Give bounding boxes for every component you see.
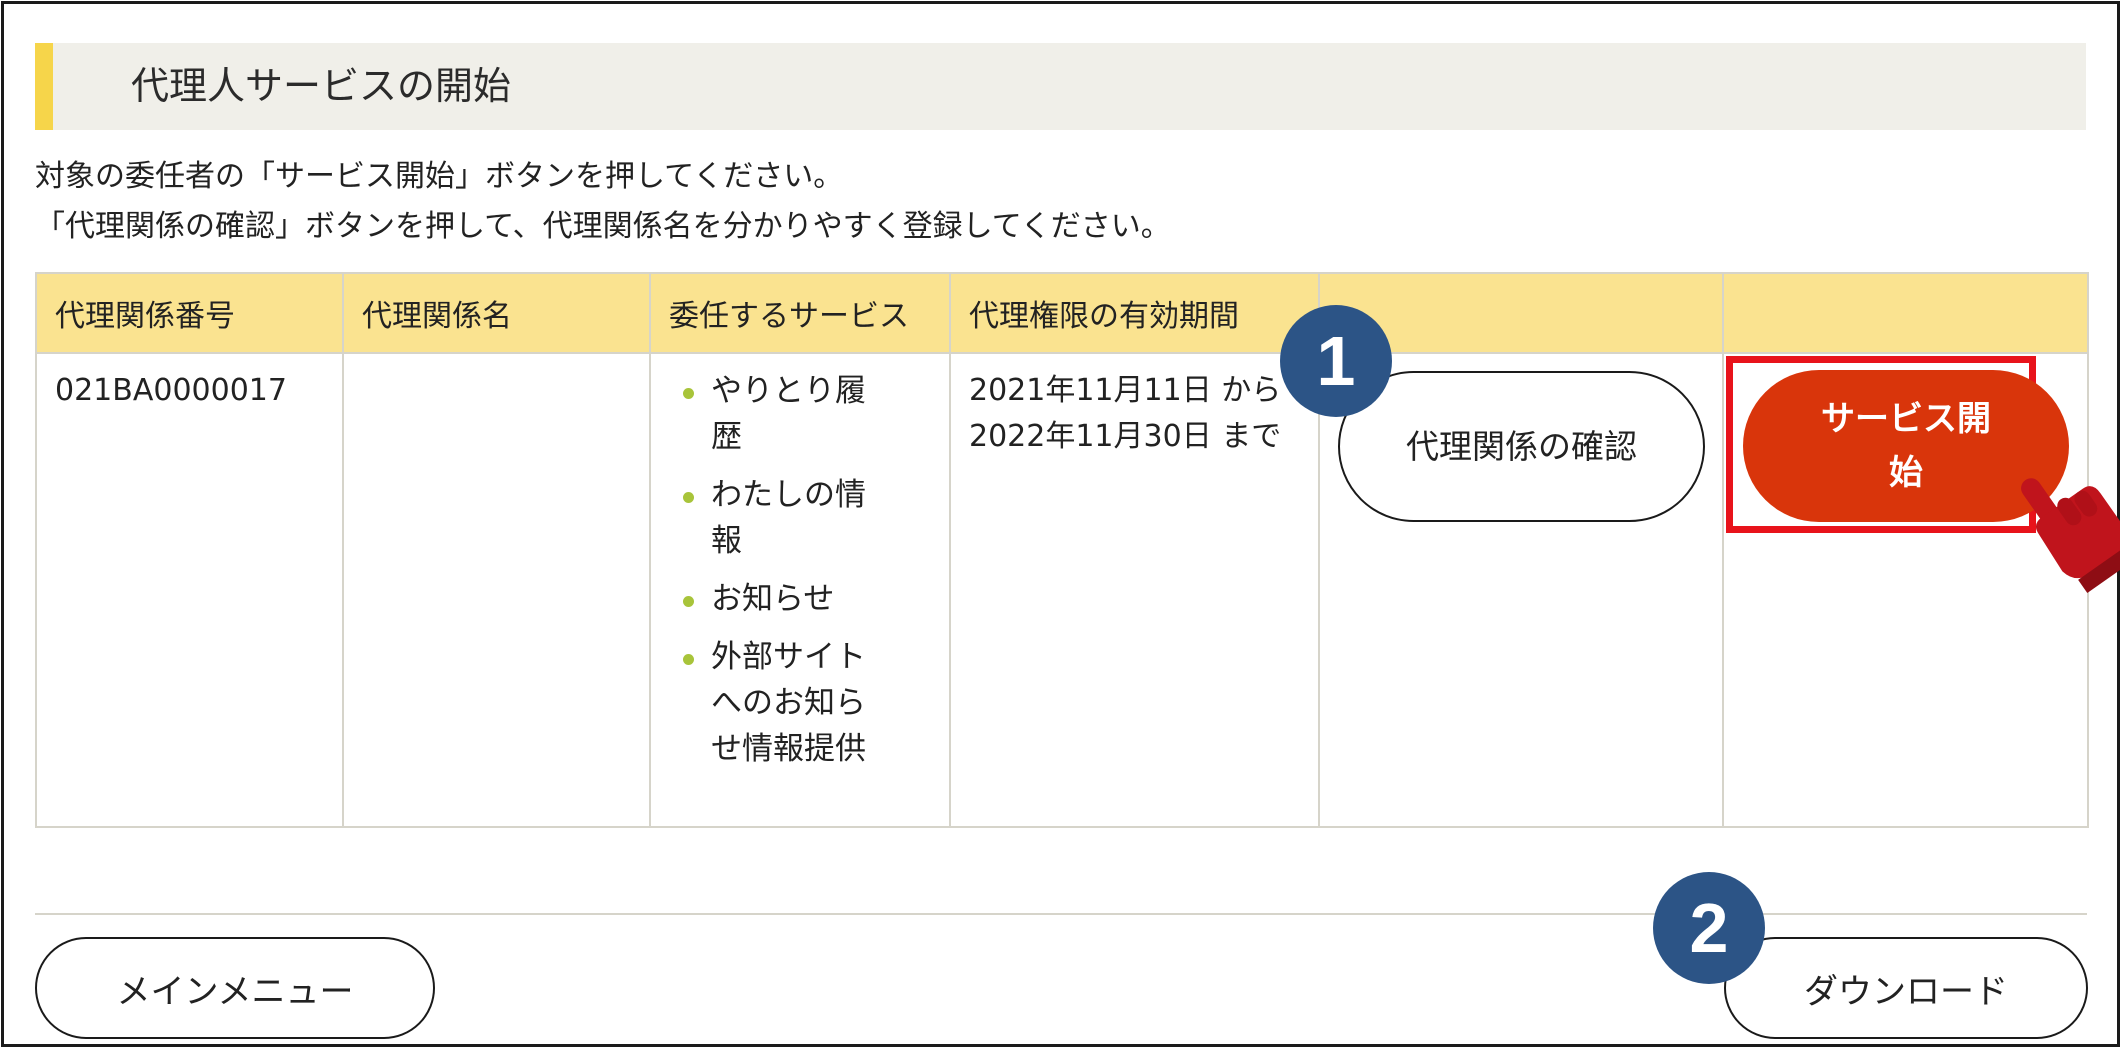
column-header-services: 委任するサービス: [649, 272, 951, 354]
instructions: 対象の委任者の「サービス開始」ボタンを押してください。 「代理関係の確認」ボタン…: [35, 152, 1171, 252]
cell-period: 2021年11月11日 から 2022年11月30日 まで: [949, 352, 1320, 828]
service-list: やりとり履歴 わたしの情報 お知らせ 外部サイトへのお知らせ情報提供: [669, 368, 931, 772]
step-2-badge: 2: [1653, 872, 1765, 984]
service-label: 外部サイトへのお知らせ情報提供: [711, 639, 866, 767]
step-1-badge: 1: [1280, 305, 1392, 417]
cell-number: 021BA0000017: [35, 352, 344, 828]
instruction-line-1: 対象の委任者の「サービス開始」ボタンを押してください。: [35, 159, 844, 194]
bullet-dot-icon: [683, 654, 694, 665]
service-label: わたしの情報: [711, 477, 866, 559]
main-menu-button[interactable]: メインメニュー: [35, 937, 435, 1039]
section-header: 代理人サービスの開始: [35, 43, 2086, 130]
download-button[interactable]: ダウンロード: [1724, 937, 2088, 1039]
page-title: 代理人サービスの開始: [131, 64, 512, 108]
column-header-number: 代理関係番号: [35, 272, 344, 354]
bullet-dot-icon: [683, 492, 694, 503]
column-header-start: [1722, 272, 2089, 354]
bullet-dot-icon: [683, 388, 694, 399]
divider: [35, 913, 2087, 915]
confirm-relationship-button[interactable]: 代理関係の確認: [1338, 371, 1705, 522]
list-item: やりとり履歴: [683, 368, 881, 460]
cell-name: [342, 352, 651, 828]
hand-pointer-icon: [2021, 478, 2120, 593]
service-label: お知らせ: [711, 581, 835, 617]
list-item: 外部サイトへのお知らせ情報提供: [683, 634, 881, 772]
period-to: 2022年11月30日 まで: [969, 419, 1282, 454]
service-label: やりとり履歴: [711, 373, 866, 455]
list-item: わたしの情報: [683, 472, 881, 564]
period-from: 2021年11月11日 から: [969, 373, 1282, 408]
bullet-dot-icon: [683, 596, 694, 607]
instruction-line-2: 「代理関係の確認」ボタンを押して、代理関係名を分かりやすく登録してください。: [35, 209, 1171, 244]
column-header-period: 代理権限の有効期間: [949, 272, 1320, 354]
list-item: お知らせ: [683, 576, 881, 622]
cell-services: やりとり履歴 わたしの情報 お知らせ 外部サイトへのお知らせ情報提供: [649, 352, 951, 828]
table-header-row: 代理関係番号 代理関係名 委任するサービス 代理権限の有効期間: [35, 272, 2089, 354]
column-header-name: 代理関係名: [342, 272, 651, 354]
